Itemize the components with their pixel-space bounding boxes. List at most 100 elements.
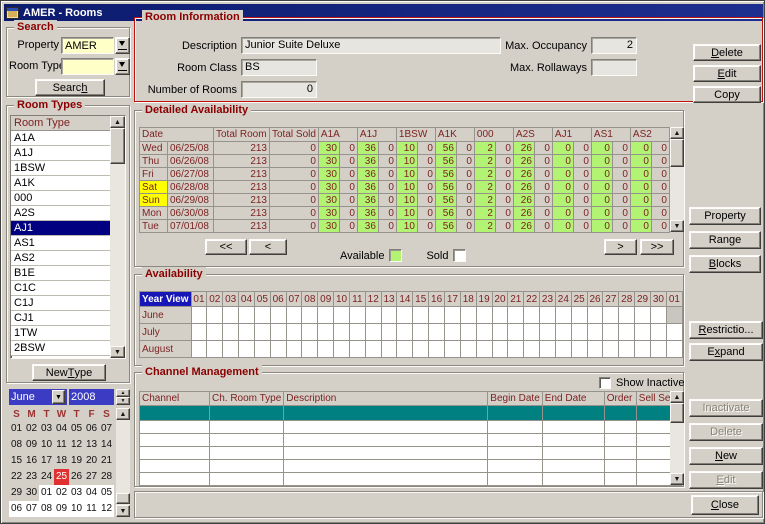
calendar-day[interactable]: 11 [84, 501, 99, 517]
year-view-cell[interactable] [397, 307, 413, 324]
calendar-day[interactable]: 24 [39, 469, 54, 485]
year-view-cell[interactable] [650, 341, 666, 358]
year-view-cell[interactable] [508, 341, 524, 358]
year-view-cell[interactable] [270, 307, 286, 324]
range-button[interactable]: Range [689, 231, 761, 249]
year-view-cell[interactable] [460, 341, 476, 358]
year-view-cell[interactable] [397, 324, 413, 341]
room-type-item[interactable]: A1K [11, 176, 110, 191]
year-view-cell[interactable] [270, 324, 286, 341]
calendar-day[interactable]: 30 [24, 485, 39, 501]
calendar-day-selected[interactable]: 25 [54, 469, 69, 485]
calendar-day[interactable]: 29 [9, 485, 24, 501]
scroll-thumb[interactable] [110, 128, 125, 164]
room-type-item[interactable]: CJ1 [11, 311, 110, 326]
year-view-cell[interactable] [223, 307, 239, 324]
calendar-day[interactable]: 13 [84, 437, 99, 453]
year-view-cell[interactable] [318, 307, 334, 324]
year-view-cell[interactable] [381, 324, 397, 341]
year-view-cell[interactable] [223, 324, 239, 341]
max-occupancy-field[interactable]: 2 [591, 37, 637, 54]
year-view-cell[interactable] [476, 341, 492, 358]
scroll-thumb[interactable] [670, 139, 684, 167]
room-type-item[interactable]: C1C [11, 281, 110, 296]
room-type-item[interactable]: 000 [11, 191, 110, 206]
detail-row[interactable]: Wed06/25/08213030036010056020260000000 [140, 142, 670, 155]
year-view-cell[interactable] [286, 341, 302, 358]
year-view-cell[interactable] [302, 341, 318, 358]
calendar-day[interactable]: 09 [54, 501, 69, 517]
year-view-cell[interactable] [476, 307, 492, 324]
year-view-cell[interactable] [191, 341, 207, 358]
number-of-rooms-field[interactable]: 0 [241, 81, 317, 98]
year-view-cell[interactable] [365, 341, 381, 358]
year-view-cell[interactable] [587, 324, 603, 341]
year-view-cell[interactable] [429, 341, 445, 358]
calendar-day[interactable]: 06 [9, 501, 24, 517]
detail-row[interactable]: Thu06/26/08213030036010056020260000000 [140, 155, 670, 168]
year-view-cell[interactable] [603, 341, 619, 358]
scroll-up-icon[interactable] [116, 408, 130, 420]
year-view-cell[interactable] [492, 324, 508, 341]
room-type-lov-button[interactable] [115, 58, 130, 75]
year-view-cell[interactable] [286, 324, 302, 341]
year-view-cell[interactable] [191, 307, 207, 324]
year-view-cell[interactable] [540, 341, 556, 358]
room-type-item[interactable]: 2BSW [11, 341, 110, 356]
property-input[interactable] [61, 37, 114, 54]
year-view-cell[interactable] [397, 341, 413, 358]
year-view-cell[interactable] [603, 324, 619, 341]
channel-row-selected[interactable] [140, 406, 682, 421]
year-view-cell[interactable] [334, 307, 350, 324]
scroll-thumb[interactable] [670, 403, 684, 423]
year-view-cell[interactable] [524, 307, 540, 324]
room-class-field[interactable]: BS [241, 59, 317, 76]
year-view-cell[interactable] [619, 324, 635, 341]
description-field[interactable]: Junior Suite Deluxe [241, 37, 501, 54]
year-view-cell[interactable] [318, 341, 334, 358]
year-view-cell[interactable] [239, 341, 255, 358]
year-view-cell[interactable] [587, 341, 603, 358]
year-view-cell[interactable] [207, 341, 223, 358]
calendar-day[interactable]: 28 [99, 469, 114, 485]
scroll-up-icon[interactable] [110, 116, 125, 128]
close-button[interactable]: Close [691, 495, 759, 515]
year-view-cell[interactable] [635, 341, 651, 358]
property-button[interactable]: Property [689, 207, 761, 225]
year-view-cell[interactable] [587, 307, 603, 324]
year-view-cell[interactable] [413, 307, 429, 324]
calendar-year-field[interactable]: 2008 [69, 389, 114, 405]
year-view-cell[interactable] [492, 341, 508, 358]
room-type-item[interactable]: AS1 [11, 236, 110, 251]
max-rollaways-field[interactable] [591, 59, 637, 76]
year-view-cell[interactable] [460, 307, 476, 324]
calendar-day[interactable]: 21 [99, 453, 114, 469]
spinner-up-icon[interactable] [116, 389, 130, 397]
year-view-cell[interactable] [223, 341, 239, 358]
page-previous-button[interactable]: < [249, 239, 287, 255]
year-view-cell[interactable] [270, 341, 286, 358]
calendar-day[interactable]: 19 [69, 453, 84, 469]
calendar-day[interactable]: 02 [54, 485, 69, 501]
year-view-cell[interactable] [207, 307, 223, 324]
room-type-item[interactable]: A1J [11, 146, 110, 161]
year-view-cell[interactable] [666, 307, 682, 324]
detail-row[interactable]: Fri06/27/08213030036010056020260000000 [140, 168, 670, 181]
scroll-down-icon[interactable] [116, 505, 130, 517]
scroll-down-icon[interactable] [110, 346, 125, 358]
expand-button[interactable]: Expand [689, 343, 763, 361]
year-view-cell[interactable] [318, 324, 334, 341]
calendar-day[interactable]: 18 [54, 453, 69, 469]
calendar-day[interactable]: 27 [84, 469, 99, 485]
room-type-input[interactable] [61, 58, 114, 75]
calendar-day[interactable]: 17 [39, 453, 54, 469]
year-view-cell[interactable] [254, 307, 270, 324]
calendar-day[interactable]: 08 [9, 437, 24, 453]
year-view-cell[interactable] [571, 341, 587, 358]
year-view-cell[interactable] [460, 324, 476, 341]
year-view-cell[interactable] [334, 341, 350, 358]
calendar-day[interactable]: 10 [39, 437, 54, 453]
year-view-cell[interactable] [302, 307, 318, 324]
year-view-cell[interactable] [349, 341, 365, 358]
room-type-item[interactable]: 1TW [11, 326, 110, 341]
